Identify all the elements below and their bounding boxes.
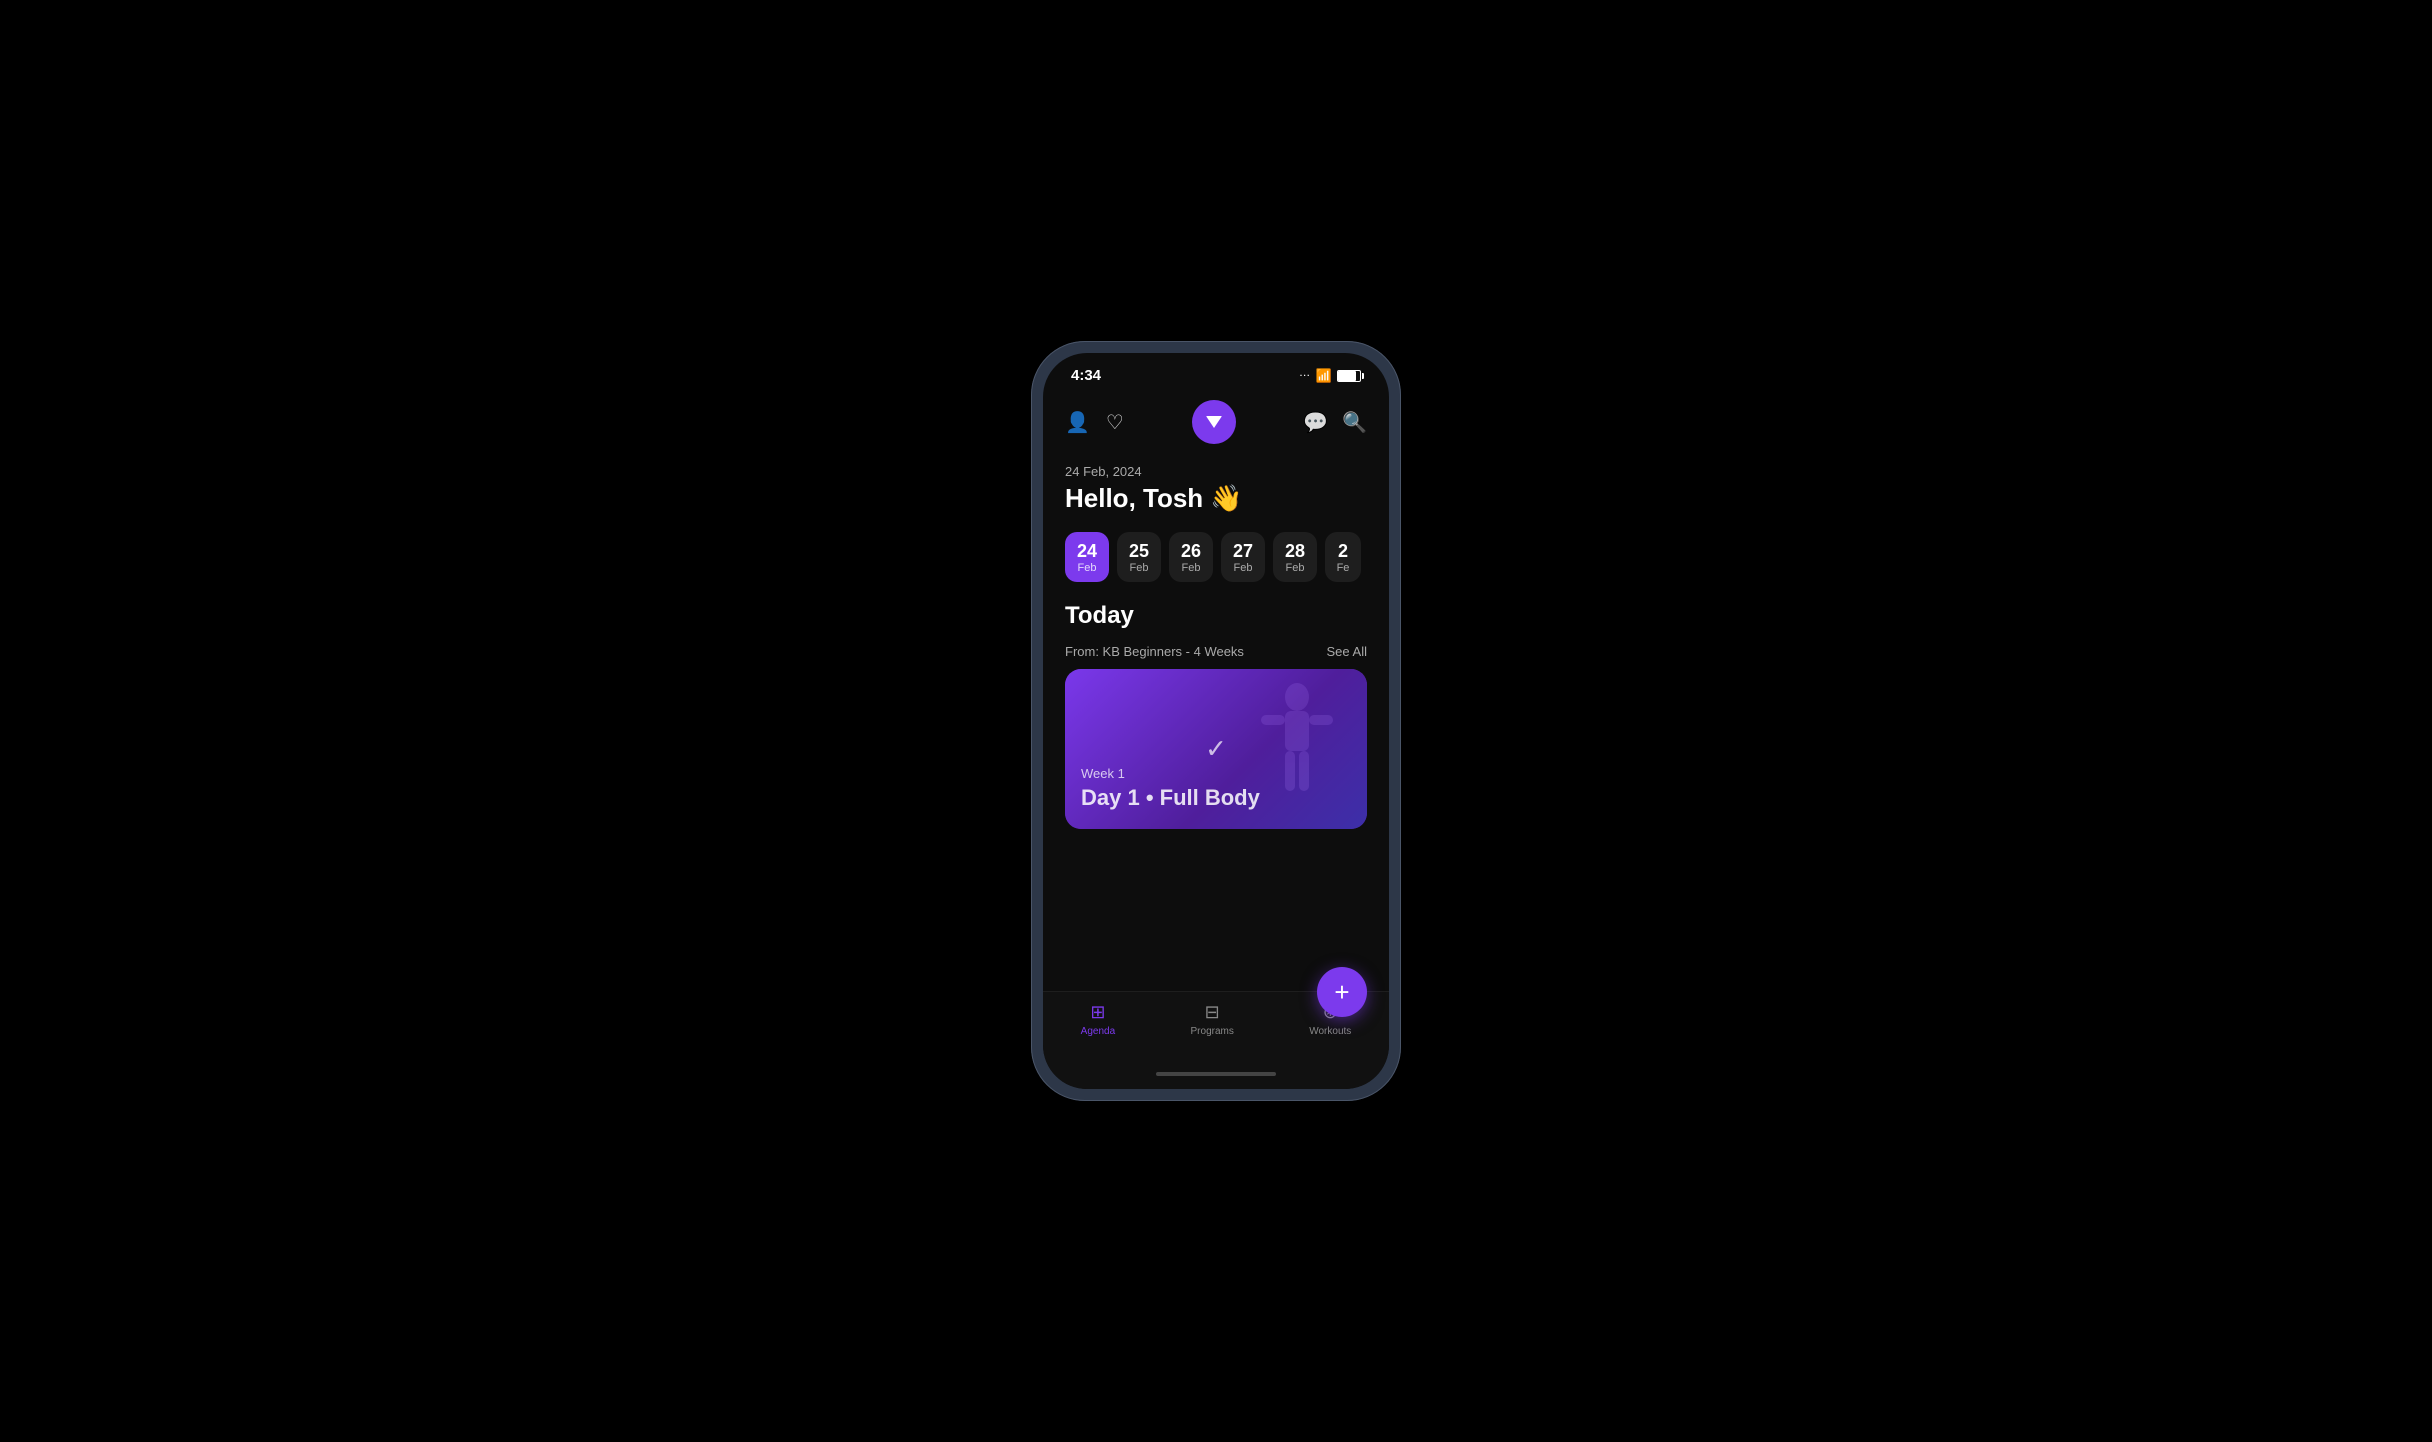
main-content: 24 Feb, 2024 Hello, Tosh 👋 24 Feb 25 Feb… bbox=[1043, 456, 1389, 991]
search-icon[interactable]: 🔍 bbox=[1342, 410, 1367, 435]
program-source: From: KB Beginners - 4 Weeks bbox=[1065, 644, 1244, 659]
day-number: 24 bbox=[1077, 542, 1097, 560]
status-time: 4:34 bbox=[1071, 367, 1101, 384]
calendar-day-25[interactable]: 25 Feb bbox=[1117, 532, 1161, 582]
workouts-label: Workouts bbox=[1309, 1026, 1351, 1037]
calendar-day-29[interactable]: 2 Fe bbox=[1325, 532, 1361, 582]
completion-checkmark: ✓ bbox=[1205, 734, 1227, 765]
greeting-text: Hello, Tosh 👋 bbox=[1065, 483, 1367, 514]
home-indicator bbox=[1043, 1063, 1389, 1089]
agenda-label: Agenda bbox=[1081, 1026, 1115, 1037]
header-nav: 👤 ♡ 💬 🔍 bbox=[1043, 392, 1389, 456]
calendar-day-27[interactable]: 27 Feb bbox=[1221, 532, 1265, 582]
day-month: Feb bbox=[1130, 562, 1149, 574]
day-month: Feb bbox=[1234, 562, 1253, 574]
calendar-strip: 24 Feb 25 Feb 26 Feb 27 Feb 28 Feb bbox=[1065, 532, 1367, 582]
section-header: From: KB Beginners - 4 Weeks See All bbox=[1065, 644, 1367, 659]
workout-card[interactable]: ✓ Week 1 Day 1 • Full Body bbox=[1065, 669, 1367, 829]
tab-agenda[interactable]: ⊞ Agenda bbox=[1081, 1002, 1115, 1037]
card-week: Week 1 bbox=[1081, 766, 1260, 781]
day-number: 28 bbox=[1285, 542, 1305, 560]
home-bar bbox=[1156, 1072, 1276, 1076]
phone-frame: 4:34 ··· 📶 👤 ♡ 💬 🔍 bbox=[1031, 341, 1401, 1101]
today-label: Today bbox=[1065, 602, 1367, 630]
day-month: Fe bbox=[1337, 562, 1350, 574]
day-number: 27 bbox=[1233, 542, 1253, 560]
see-all-button[interactable]: See All bbox=[1327, 644, 1367, 659]
status-bar: 4:34 ··· 📶 bbox=[1043, 353, 1389, 392]
day-number: 2 bbox=[1338, 542, 1348, 560]
card-title: Day 1 • Full Body bbox=[1081, 785, 1260, 811]
nav-left: 👤 ♡ bbox=[1065, 410, 1124, 435]
add-button[interactable]: + bbox=[1317, 967, 1367, 1017]
profile-icon[interactable]: 👤 bbox=[1065, 410, 1090, 435]
agenda-icon: ⊞ bbox=[1090, 1002, 1105, 1023]
phone-screen: 4:34 ··· 📶 👤 ♡ 💬 🔍 bbox=[1043, 353, 1389, 1089]
signal-dots-icon: ··· bbox=[1300, 371, 1311, 380]
wifi-icon: 📶 bbox=[1316, 368, 1332, 384]
day-number: 25 bbox=[1129, 542, 1149, 560]
logo-chevron-icon bbox=[1206, 416, 1222, 428]
chat-icon[interactable]: 💬 bbox=[1303, 410, 1328, 435]
nav-right: 💬 🔍 bbox=[1303, 410, 1367, 435]
calendar-day-24[interactable]: 24 Feb bbox=[1065, 532, 1109, 582]
card-figure bbox=[1247, 679, 1347, 819]
date-label: 24 Feb, 2024 bbox=[1065, 464, 1367, 479]
day-month: Feb bbox=[1286, 562, 1305, 574]
logo-badge[interactable] bbox=[1192, 400, 1236, 444]
tab-programs[interactable]: ⊟ Programs bbox=[1191, 1002, 1234, 1037]
day-month: Feb bbox=[1182, 562, 1201, 574]
programs-icon: ⊟ bbox=[1205, 1002, 1220, 1023]
favorites-icon[interactable]: ♡ bbox=[1106, 410, 1124, 435]
programs-label: Programs bbox=[1191, 1026, 1234, 1037]
day-month: Feb bbox=[1078, 562, 1097, 574]
calendar-day-28[interactable]: 28 Feb bbox=[1273, 532, 1317, 582]
card-text: Week 1 Day 1 • Full Body bbox=[1081, 766, 1260, 811]
battery-icon bbox=[1337, 370, 1361, 382]
day-number: 26 bbox=[1181, 542, 1201, 560]
calendar-day-26[interactable]: 26 Feb bbox=[1169, 532, 1213, 582]
status-icons: ··· 📶 bbox=[1300, 368, 1361, 384]
